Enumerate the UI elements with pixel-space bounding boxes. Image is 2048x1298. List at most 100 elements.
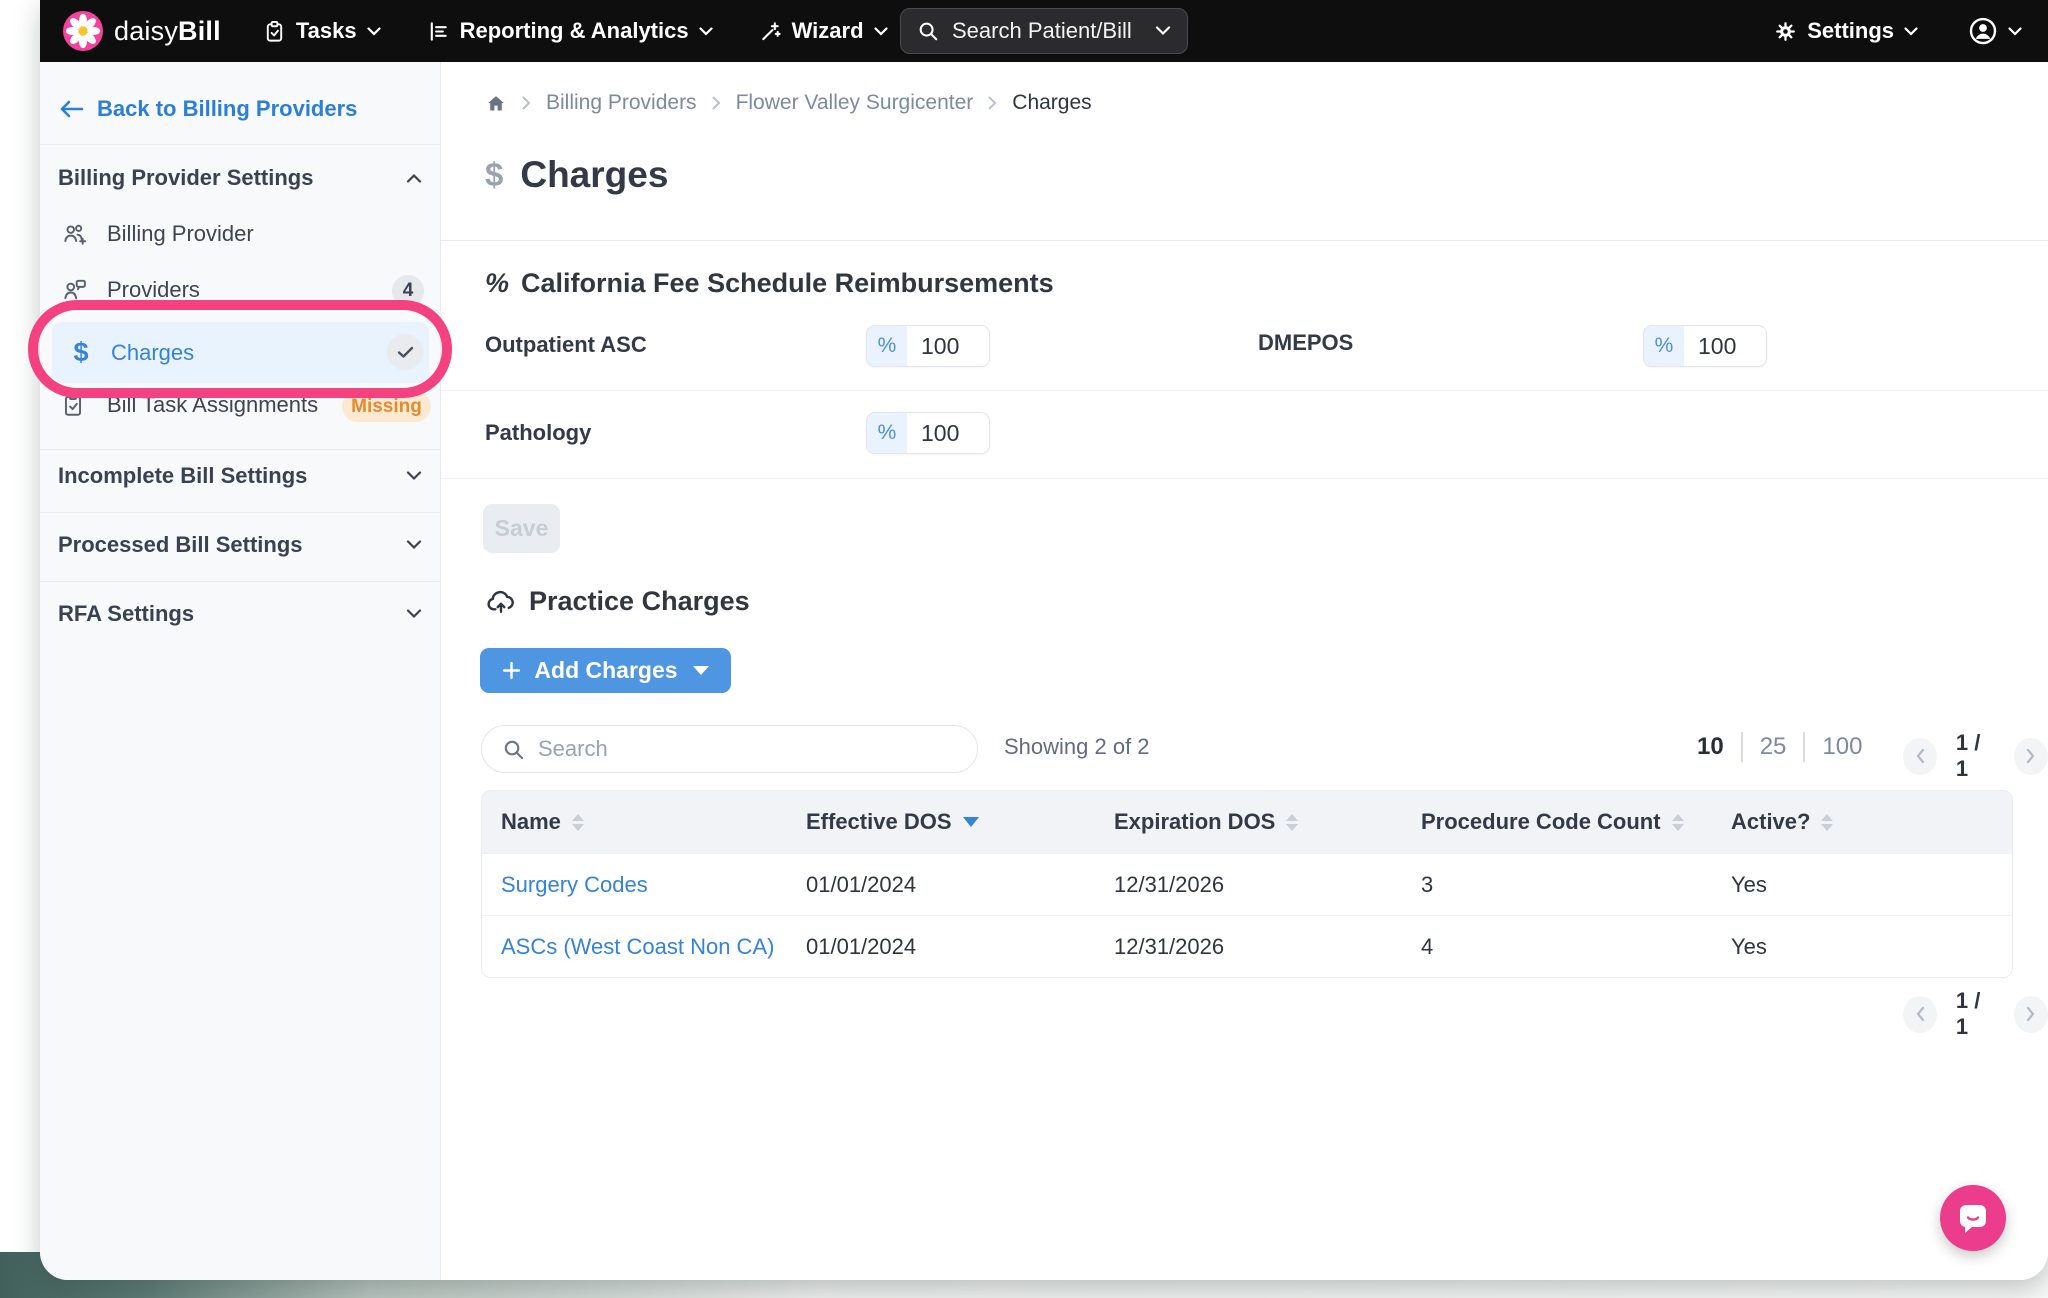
divider bbox=[441, 478, 2048, 479]
chevron-down-icon bbox=[406, 471, 422, 481]
breadcrumb: Billing Providers Flower Valley Surgicen… bbox=[485, 88, 1092, 118]
home-icon[interactable] bbox=[485, 93, 507, 114]
caret-down-icon bbox=[693, 666, 709, 675]
brand-name: daisyBill bbox=[114, 16, 221, 47]
nav-item-reporting[interactable]: Reporting & Analytics bbox=[427, 18, 713, 44]
charges-complete-check bbox=[387, 334, 423, 370]
nav-item-label: Tasks bbox=[296, 18, 357, 44]
prev-page-button[interactable] bbox=[1903, 996, 1937, 1033]
dmepos-input[interactable]: % bbox=[1643, 325, 1767, 367]
providers-count-badge: 4 bbox=[392, 275, 424, 307]
column-header-active[interactable]: Active? bbox=[1731, 809, 2012, 835]
section-header-text: Practice Charges bbox=[529, 586, 750, 617]
page-size-10[interactable]: 10 bbox=[1697, 732, 1741, 762]
page-size-100[interactable]: 100 bbox=[1803, 732, 1879, 762]
sort-icon bbox=[572, 814, 584, 831]
account-menu[interactable] bbox=[1968, 16, 2022, 46]
divider bbox=[441, 390, 2048, 391]
nav-item-wizard[interactable]: Wizard bbox=[759, 18, 888, 44]
page-size-25[interactable]: 25 bbox=[1741, 732, 1804, 762]
active-cell: Yes bbox=[1731, 872, 2012, 898]
column-header-procedure-code-count[interactable]: Procedure Code Count bbox=[1421, 809, 1731, 835]
chevron-down-icon bbox=[2008, 27, 2022, 36]
table-search[interactable] bbox=[481, 725, 978, 773]
patient-bill-search[interactable]: Search Patient/Bill bbox=[900, 8, 1188, 54]
outpatient-asc-value[interactable] bbox=[907, 326, 989, 366]
breadcrumb-billing-provider-name[interactable]: Flower Valley Surgicenter bbox=[736, 91, 974, 115]
page-size-selector: 10 25 100 bbox=[1697, 732, 1879, 762]
back-to-billing-providers-link[interactable]: Back to Billing Providers bbox=[58, 96, 357, 122]
billing-provider-icon bbox=[60, 221, 90, 247]
check-icon bbox=[397, 346, 414, 359]
support-chat-button[interactable] bbox=[1940, 1185, 2006, 1251]
content-area: Back to Billing Providers Billing Provid… bbox=[40, 62, 2048, 1280]
section-processed-bill-settings[interactable]: Processed Bill Settings bbox=[58, 532, 422, 558]
prev-page-button[interactable] bbox=[1903, 738, 1937, 775]
active-cell: Yes bbox=[1731, 934, 2012, 960]
breadcrumb-separator-icon bbox=[988, 96, 997, 110]
pathology-input[interactable]: % bbox=[866, 412, 990, 454]
chevron-down-icon bbox=[406, 609, 422, 619]
add-charges-label: Add Charges bbox=[534, 657, 677, 684]
sort-desc-icon bbox=[963, 817, 979, 827]
sidebar-item-bill-task-assignments[interactable]: Bill Task Assignments bbox=[60, 392, 318, 418]
percent-prefix: % bbox=[867, 326, 907, 366]
search-label: Search Patient/Bill bbox=[952, 18, 1142, 44]
breadcrumb-current: Charges bbox=[1012, 91, 1091, 115]
top-nav: daisyBill Tasks Reporting & Analytics bbox=[40, 0, 2048, 62]
daisy-logo-icon bbox=[63, 11, 103, 51]
chevron-down-icon bbox=[699, 27, 713, 36]
magic-wand-icon bbox=[759, 20, 782, 43]
outpatient-asc-label: Outpatient ASC bbox=[485, 330, 647, 360]
divider bbox=[40, 449, 440, 450]
column-header-name[interactable]: Name bbox=[501, 809, 806, 835]
section-title: Processed Bill Settings bbox=[58, 532, 303, 558]
pagination-bottom: 1 / 1 bbox=[1903, 988, 2048, 1040]
search-input[interactable] bbox=[538, 736, 957, 762]
user-avatar-icon bbox=[1968, 16, 1998, 46]
page-title-text: Charges bbox=[520, 154, 668, 196]
charge-set-link[interactable]: Surgery Codes bbox=[501, 872, 648, 897]
settings-label: Settings bbox=[1807, 18, 1894, 44]
chevron-down-icon bbox=[367, 27, 381, 36]
pathology-label: Pathology bbox=[485, 418, 591, 448]
section-incomplete-bill-settings[interactable]: Incomplete Bill Settings bbox=[58, 463, 422, 489]
plus-icon bbox=[502, 661, 521, 680]
sidebar-item-charges[interactable]: $ Charges bbox=[52, 322, 429, 383]
chevron-left-icon bbox=[1915, 748, 1925, 764]
percent-icon: % bbox=[485, 268, 509, 299]
add-charges-button[interactable]: Add Charges bbox=[480, 648, 731, 693]
sidebar-item-providers[interactable]: Providers bbox=[60, 277, 200, 303]
chevron-up-icon bbox=[406, 173, 422, 183]
chevron-down-icon bbox=[406, 540, 422, 550]
search-icon bbox=[917, 20, 939, 42]
next-page-button[interactable] bbox=[2014, 996, 2048, 1033]
page-indicator: 1 / 1 bbox=[1956, 730, 1995, 782]
procedure-code-count-cell: 3 bbox=[1421, 872, 1731, 898]
section-title: Incomplete Bill Settings bbox=[58, 463, 307, 489]
chevron-left-icon bbox=[1915, 1006, 1925, 1022]
next-page-button[interactable] bbox=[2014, 738, 2048, 775]
settings-menu[interactable]: Settings bbox=[1774, 18, 1918, 44]
divider bbox=[40, 581, 440, 582]
section-title: Billing Provider Settings bbox=[58, 165, 313, 191]
breadcrumb-separator-icon bbox=[712, 96, 721, 110]
sidebar-item-label: Charges bbox=[111, 340, 194, 366]
sidebar-item-billing-provider[interactable]: Billing Provider bbox=[60, 221, 254, 247]
save-button[interactable]: Save bbox=[483, 504, 560, 553]
divider bbox=[40, 144, 440, 145]
brand-logo[interactable]: daisyBill bbox=[63, 11, 221, 51]
missing-badge: Missing bbox=[342, 391, 431, 422]
charge-set-link[interactable]: ASCs (West Coast Non CA) bbox=[501, 934, 774, 959]
outpatient-asc-input[interactable]: % bbox=[866, 325, 990, 367]
nav-right: Settings bbox=[1774, 16, 2022, 46]
column-header-effective-dos[interactable]: Effective DOS bbox=[806, 809, 1114, 835]
breadcrumb-billing-providers[interactable]: Billing Providers bbox=[546, 91, 697, 115]
dmepos-value[interactable] bbox=[1684, 326, 1766, 366]
nav-item-tasks[interactable]: Tasks bbox=[263, 18, 381, 44]
section-rfa-settings[interactable]: RFA Settings bbox=[58, 601, 422, 627]
pathology-value[interactable] bbox=[907, 413, 989, 453]
column-header-expiration-dos[interactable]: Expiration DOS bbox=[1114, 809, 1421, 835]
divider bbox=[40, 512, 440, 513]
section-billing-provider-settings[interactable]: Billing Provider Settings bbox=[58, 165, 422, 191]
